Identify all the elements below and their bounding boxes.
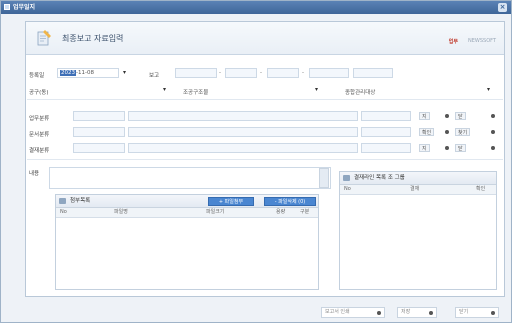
attachment-panel: 첨부목록 + 파일첨부 - 파일삭제 (0) No 파일명 파일크기 용량 구분 xyxy=(55,194,319,290)
dash-separator: - xyxy=(260,70,262,76)
save-dot-icon xyxy=(429,311,433,315)
window-icon xyxy=(4,4,10,10)
memo-scrollbar[interactable] xyxy=(319,168,329,188)
doc-code-input[interactable] xyxy=(73,127,125,137)
print-report-label: 보고서 인쇄 xyxy=(325,309,350,315)
dash-separator: - xyxy=(302,70,304,76)
work-clear-button[interactable]: 닫 xyxy=(455,112,466,120)
section-dropdown-icon[interactable]: ▾ xyxy=(315,86,318,93)
reg-date-input[interactable]: 2023-11-08 xyxy=(57,68,119,78)
doc-name-input[interactable] xyxy=(128,127,358,137)
col-no: No xyxy=(344,186,351,192)
save-label: 저장 xyxy=(401,309,411,315)
col-type: 구분 xyxy=(300,209,310,215)
work-name-input[interactable] xyxy=(128,111,358,121)
work-label: 업무분류 xyxy=(29,116,50,122)
col-no: No xyxy=(60,209,67,215)
print-dot-icon xyxy=(377,311,381,315)
col-filesize: 파일크기 xyxy=(206,209,225,215)
list-icon xyxy=(343,175,350,181)
report-label: 보고 xyxy=(149,73,160,79)
work-select-button[interactable]: 지 xyxy=(419,112,430,120)
doc-search-dot-icon xyxy=(491,130,495,134)
doc-confirm-button[interactable]: 확인 xyxy=(419,128,435,136)
doc-search-button[interactable]: 찾기 xyxy=(455,128,471,136)
recv-clear-dot-icon xyxy=(491,146,495,150)
approval-panel: 결재라인 목록 조 그룹 No 결재 확인 xyxy=(339,171,497,290)
close-label: 닫기 xyxy=(459,309,469,315)
doc-extra-input[interactable] xyxy=(361,127,411,137)
close-icon[interactable]: × xyxy=(498,3,507,12)
work-clear-dot-icon xyxy=(491,114,495,118)
window-title: 업무일지 xyxy=(13,4,36,11)
dept-dropdown-icon[interactable]: ▾ xyxy=(163,86,166,93)
approval-column-header: No 결재 확인 xyxy=(340,185,496,195)
col-size: 용량 xyxy=(276,209,286,215)
recv-label: 결재분류 xyxy=(29,148,50,154)
save-button[interactable]: 저장 xyxy=(397,307,437,318)
panel-header: 최종보고 자료입력 업무 NEWSSOFT xyxy=(26,22,504,55)
calendar-dropdown-icon[interactable]: ▾ xyxy=(123,69,126,76)
recv-select-dot-icon xyxy=(445,146,449,150)
col-confirm: 확인 xyxy=(476,186,486,192)
divider xyxy=(27,99,503,100)
delete-file-button[interactable]: - 파일삭제 (0) xyxy=(264,197,316,206)
recv-clear-button[interactable]: 닫 xyxy=(455,144,466,152)
approval-header: 결재라인 목록 조 그룹 xyxy=(340,172,496,185)
doc-label: 문서분류 xyxy=(29,132,50,138)
folder-icon xyxy=(59,198,66,204)
close-button[interactable]: 닫기 xyxy=(455,307,499,318)
memo-label: 내용 xyxy=(29,171,40,177)
title-bar: 업무일지 × xyxy=(1,1,511,14)
document-pen-icon xyxy=(37,30,51,46)
reg-date-rest: -11-08 xyxy=(76,70,94,76)
close-dot-icon xyxy=(491,311,495,315)
section-select[interactable]: 조공구조물 xyxy=(183,88,208,96)
print-report-button[interactable]: 보고서 인쇄 xyxy=(321,307,385,318)
report-field-1[interactable] xyxy=(175,68,217,78)
attachment-column-header: No 파일명 파일크기 용량 구분 xyxy=(56,208,318,218)
col-approver: 결재 xyxy=(410,186,420,192)
report-field-4[interactable] xyxy=(309,68,349,78)
type-dropdown-icon[interactable]: ▾ xyxy=(487,86,490,93)
approval-title: 결재라인 목록 조 그룹 xyxy=(354,175,405,181)
memo-textarea[interactable] xyxy=(49,167,331,189)
type-select[interactable]: 종합관리대상 xyxy=(345,88,375,96)
brand-logo: 업무 xyxy=(448,39,458,45)
attachment-title: 첨부목록 xyxy=(70,198,91,204)
recv-extra-input[interactable] xyxy=(361,143,411,153)
reg-date-label: 등록일 xyxy=(29,73,45,79)
app-window: 업무일지 × 최종보고 자료입력 업무 NEWSSOFT 등록일 2023-11… xyxy=(0,0,512,323)
reg-date-year: 2023 xyxy=(60,70,76,76)
add-file-button[interactable]: + 파일첨부 xyxy=(208,197,254,206)
work-extra-input[interactable] xyxy=(361,111,411,121)
report-field-2[interactable] xyxy=(225,68,257,78)
page-title: 최종보고 자료입력 xyxy=(62,34,124,43)
doc-confirm-dot-icon xyxy=(445,130,449,134)
col-filename: 파일명 xyxy=(114,209,128,215)
work-select-dot-icon xyxy=(445,114,449,118)
brand-subtitle: NEWSSOFT xyxy=(468,38,496,44)
work-code-input[interactable] xyxy=(73,111,125,121)
recv-select-button[interactable]: 지 xyxy=(419,144,430,152)
report-field-3[interactable] xyxy=(267,68,299,78)
recv-code-input[interactable] xyxy=(73,143,125,153)
report-field-5[interactable] xyxy=(353,68,393,78)
divider xyxy=(27,159,503,160)
dash-separator: - xyxy=(219,70,221,76)
recv-name-input[interactable] xyxy=(128,143,358,153)
dept-label: 공구(동) xyxy=(29,90,49,96)
